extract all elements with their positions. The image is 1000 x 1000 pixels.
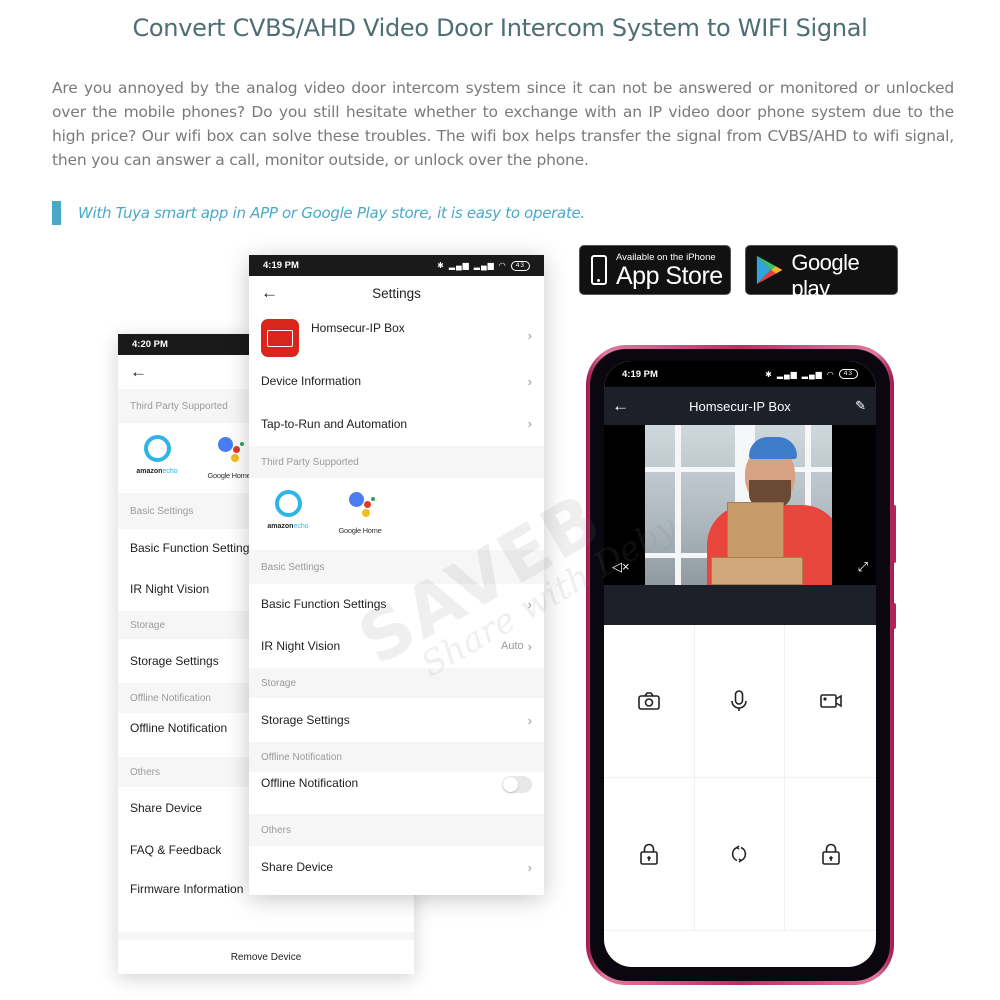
fullscreen-icon[interactable]: ⤢ bbox=[858, 559, 868, 575]
app-store-big-text: App Store bbox=[616, 261, 723, 290]
wifi-icon: ◠ bbox=[826, 369, 835, 379]
power-button bbox=[892, 603, 896, 629]
offline-notification-row: Offline Notification bbox=[249, 772, 544, 814]
chevron-right-icon: › bbox=[527, 859, 532, 875]
signal-icon: ▂▄▆ bbox=[448, 261, 470, 270]
google-home-label: Google Home bbox=[207, 471, 251, 480]
snapshot-button[interactable] bbox=[604, 625, 695, 778]
status-icons: ✱ ▂▄▆ ▂▄▆ ◠ 43 bbox=[765, 369, 858, 379]
control-band bbox=[604, 585, 876, 625]
unlock-icon bbox=[821, 843, 840, 865]
page-title: Convert CVBS/AHD Video Door Intercom Sys… bbox=[132, 14, 868, 42]
switch-camera-icon bbox=[732, 845, 747, 863]
nav-bar: ← Homsecur-IP Box ✎ bbox=[604, 387, 876, 425]
status-time: 4:20 PM bbox=[132, 339, 168, 350]
amazon-echo-label: amazonecho bbox=[136, 468, 178, 475]
google-home-icon bbox=[345, 490, 375, 520]
chevron-right-icon: › bbox=[527, 416, 532, 431]
google-home-item[interactable]: Google Home bbox=[335, 490, 385, 550]
nav-title: Settings bbox=[372, 285, 421, 301]
share-device-row[interactable]: Share Device › bbox=[249, 846, 544, 888]
bluetooth-icon: ✱ bbox=[765, 369, 773, 379]
back-arrow-icon[interactable]: ← bbox=[130, 362, 147, 382]
app-store-small-text: Available on the iPhone bbox=[616, 251, 716, 263]
intro-paragraph: Are you annoyed by the analog video door… bbox=[52, 79, 954, 169]
mute-icon[interactable]: ◁× bbox=[612, 559, 630, 575]
iphone-icon bbox=[591, 255, 607, 285]
back-arrow-icon[interactable]: ← bbox=[612, 396, 629, 416]
camera-icon bbox=[638, 692, 660, 710]
ir-night-vision-value: Auto bbox=[501, 640, 524, 652]
camera-image bbox=[645, 425, 832, 585]
status-icons: ✱ ▂▄▆ ▂▄▆ ◠ 43 bbox=[437, 260, 530, 271]
amazon-echo-label: amazonecho bbox=[267, 523, 309, 530]
unlock-button-2[interactable] bbox=[785, 778, 876, 931]
status-time: 4:19 PM bbox=[263, 260, 299, 271]
status-time: 4:19 PM bbox=[622, 368, 658, 380]
back-arrow-icon[interactable]: ← bbox=[261, 283, 278, 303]
settings-screen-front: 4:19 PM ✱ ▂▄▆ ▂▄▆ ◠ 43 ← Settings Homsecur-… bbox=[249, 255, 544, 895]
quote-bar bbox=[52, 201, 61, 225]
battery-icon: 43 bbox=[838, 369, 858, 379]
switch-camera-button[interactable] bbox=[694, 778, 786, 931]
tap-to-run-row[interactable]: Tap-to-Run and Automation › bbox=[249, 401, 544, 446]
signal-icon: ▂▄▆ bbox=[776, 369, 798, 379]
chevron-right-icon: › bbox=[527, 712, 532, 728]
volume-button bbox=[892, 505, 896, 563]
live-view-screen: 4:19 PM ✱ ▂▄▆ ▂▄▆ ◠ 43 ← Homsecur-IP Box ✎ bbox=[604, 361, 876, 967]
edit-icon[interactable]: ✎ bbox=[855, 398, 866, 414]
ir-night-vision-row[interactable]: IR Night Vision Auto › bbox=[249, 624, 544, 668]
nav-title: Homsecur-IP Box bbox=[689, 398, 791, 414]
device-row[interactable]: Homsecur-IP Box › bbox=[249, 310, 544, 380]
google-home-item[interactable]: Google Home bbox=[204, 435, 254, 493]
video-record-icon bbox=[819, 694, 842, 708]
amazon-echo-icon bbox=[143, 435, 171, 462]
section-label: Offline Notification bbox=[249, 742, 544, 772]
quote-block: With Tuya smart app in APP or Google Pla… bbox=[52, 201, 585, 225]
unlock-button-1[interactable] bbox=[604, 778, 695, 931]
amazon-echo-icon bbox=[274, 490, 302, 517]
status-bar: 4:19 PM ✱ ▂▄▆ ▂▄▆ ◠ 43 bbox=[604, 361, 876, 387]
device-app-icon bbox=[261, 319, 299, 357]
storage-settings-row[interactable]: Storage Settings › bbox=[249, 698, 544, 742]
control-grid bbox=[604, 625, 876, 931]
amazon-echo-item[interactable]: amazonecho bbox=[132, 435, 182, 493]
quote-text: With Tuya smart app in APP or Google Pla… bbox=[78, 204, 585, 222]
unlock-icon bbox=[640, 843, 658, 865]
google-play-big-text: Google play bbox=[791, 249, 860, 301]
device-name: Homsecur-IP Box bbox=[311, 321, 405, 335]
chevron-right-icon: › bbox=[527, 638, 532, 654]
battery-icon: 43 bbox=[510, 260, 530, 271]
status-bar: 4:19 PM ✱ ▂▄▆ ▂▄▆ ◠ 43 bbox=[249, 255, 544, 276]
talk-button[interactable] bbox=[694, 625, 786, 778]
section-label: Third Party Supported bbox=[249, 446, 544, 478]
google-play-badge[interactable]: ANDROID APP ON Google play bbox=[745, 241, 898, 301]
google-play-small-text: ANDROID APP ON bbox=[791, 240, 848, 247]
section-label: Storage bbox=[249, 668, 544, 698]
chevron-right-icon: › bbox=[527, 596, 532, 612]
google-home-label: Google Home bbox=[338, 526, 382, 535]
wifi-icon: ◠ bbox=[498, 261, 507, 270]
microphone-icon bbox=[731, 690, 748, 711]
signal-icon: ▂▄▆ bbox=[801, 369, 823, 379]
remove-device-button[interactable]: Remove Device bbox=[118, 932, 414, 974]
google-home-icon bbox=[214, 435, 244, 465]
video-feed: ◁× ⤢ bbox=[604, 425, 876, 585]
record-button[interactable] bbox=[785, 625, 876, 778]
section-label: Others bbox=[249, 814, 544, 846]
offline-notification-toggle[interactable] bbox=[502, 776, 532, 793]
amazon-echo-item[interactable]: amazonecho bbox=[263, 490, 313, 550]
app-store-badge[interactable]: Available on the iPhone App Store bbox=[579, 245, 731, 295]
google-play-icon bbox=[756, 255, 783, 285]
bluetooth-icon: ✱ bbox=[437, 261, 445, 270]
basic-function-settings-row[interactable]: Basic Function Settings › bbox=[249, 584, 544, 624]
phone-device: 4:19 PM ✱ ▂▄▆ ▂▄▆ ◠ 43 ← Homsecur-IP Box ✎ bbox=[586, 345, 896, 985]
chevron-right-icon: › bbox=[527, 328, 532, 343]
section-label: Basic Settings bbox=[249, 550, 544, 584]
signal-icon: ▂▄▆ bbox=[473, 261, 495, 270]
third-party-row: amazonecho Google Home bbox=[249, 478, 544, 550]
nav-bar: ← Settings bbox=[249, 276, 544, 310]
